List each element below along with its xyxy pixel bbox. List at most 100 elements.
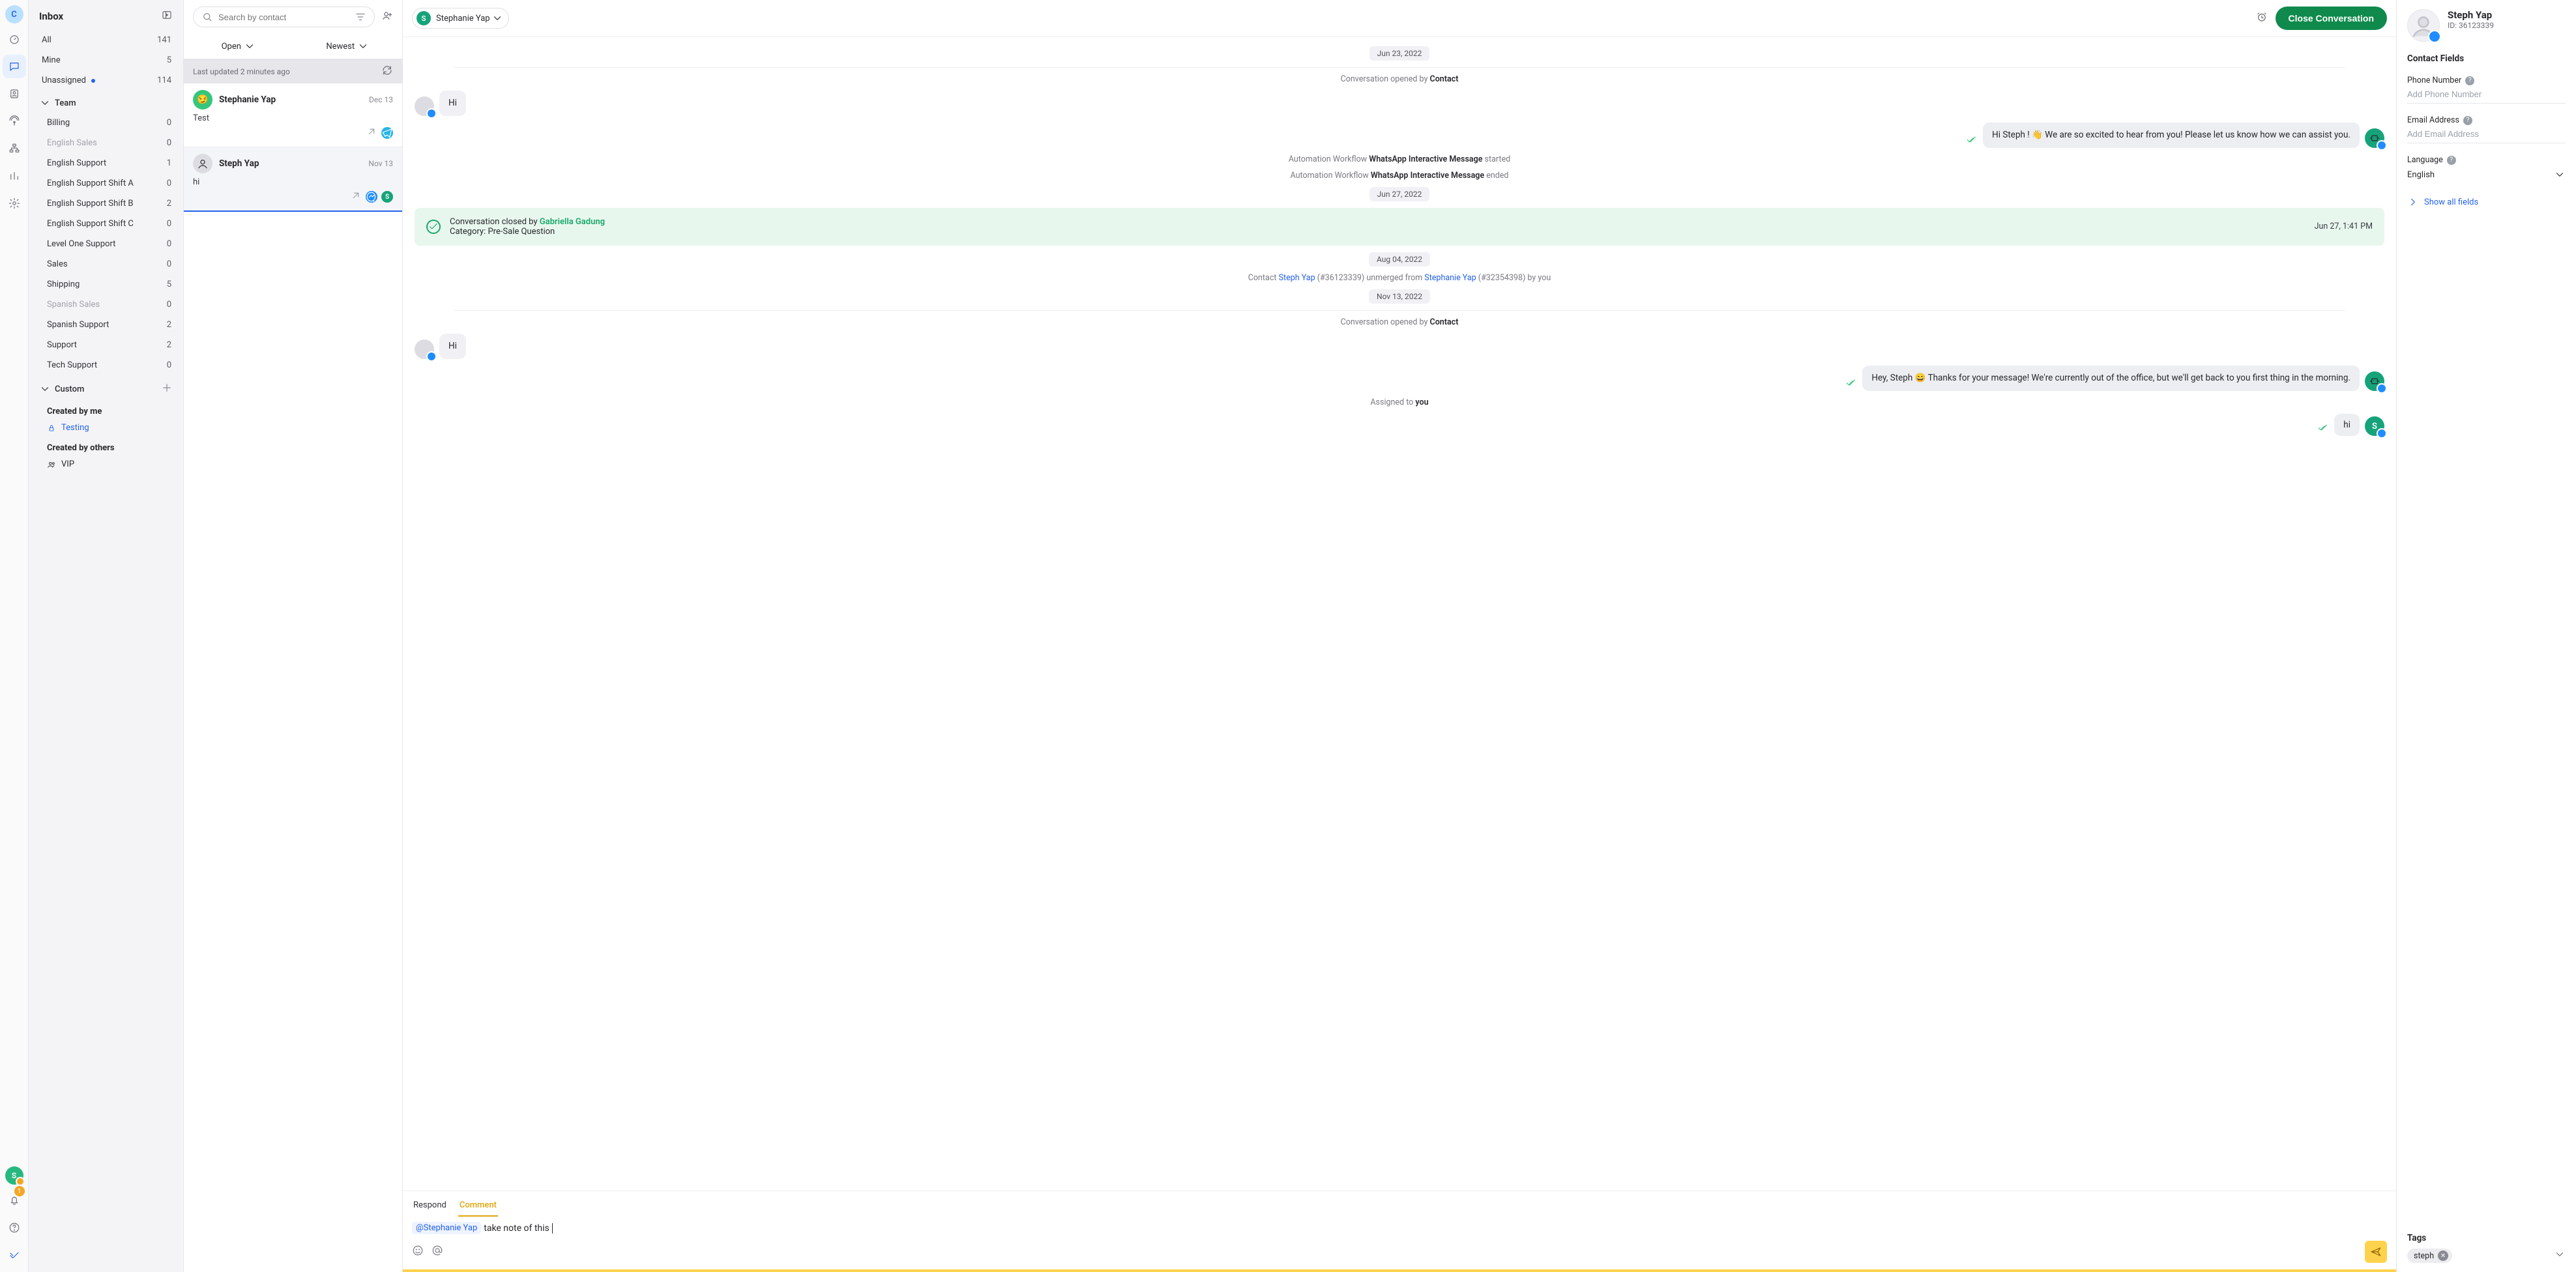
sidebar-item-team[interactable]: Sales0 bbox=[29, 254, 183, 274]
system-assigned: Assigned to you bbox=[415, 398, 2384, 407]
refresh-icon[interactable] bbox=[381, 65, 393, 78]
messages-icon[interactable] bbox=[3, 55, 26, 78]
broadcast-icon[interactable] bbox=[3, 109, 26, 133]
notifications-icon[interactable]: 1 bbox=[3, 1189, 26, 1212]
sidebar-item-count: 1 bbox=[167, 158, 171, 168]
sort-filter[interactable]: Newest bbox=[293, 34, 403, 59]
sidebar-item-unassigned[interactable]: Unassigned 114 bbox=[29, 70, 183, 91]
brand-icon[interactable] bbox=[3, 1243, 26, 1267]
conversation-item[interactable]: 😏 Stephanie Yap Dec 13 Test bbox=[184, 83, 402, 147]
custom-view-vip[interactable]: VIP bbox=[29, 455, 183, 473]
sidebar-item-all[interactable]: All 141 bbox=[29, 30, 183, 50]
search-box[interactable] bbox=[193, 7, 375, 27]
contact-name: Steph Yap bbox=[219, 158, 362, 169]
sidebar-item-label: All bbox=[42, 35, 51, 45]
sidebar-item-team[interactable]: Spanish Sales 0 bbox=[29, 295, 183, 315]
conversation-preview: hi bbox=[193, 177, 393, 187]
sidebar-item-count: 0 bbox=[167, 300, 171, 310]
close-conversation-button[interactable]: Close Conversation bbox=[2276, 7, 2387, 30]
sidebar-item-team[interactable]: English Sales 0 bbox=[29, 133, 183, 153]
team-group-header[interactable]: Team bbox=[29, 91, 183, 113]
sidebar-item-team[interactable]: English Support Shift B2 bbox=[29, 194, 183, 214]
sidebar-item-team[interactable]: Support2 bbox=[29, 335, 183, 355]
assignee-avatar: S bbox=[417, 11, 431, 25]
message-out: Hey, Steph 😄 Thanks for your message! We… bbox=[415, 366, 2384, 391]
snooze-icon[interactable] bbox=[2256, 11, 2268, 25]
collapse-sidebar-icon[interactable] bbox=[161, 9, 173, 23]
emoji-icon[interactable] bbox=[412, 1245, 424, 1259]
message-bubble: Hi bbox=[439, 334, 466, 359]
mention-icon[interactable] bbox=[432, 1245, 443, 1259]
message-bubble: Hey, Steph 😄 Thanks for your message! We… bbox=[1862, 366, 2360, 391]
tags-expand-icon[interactable] bbox=[2554, 1249, 2566, 1263]
workflow-icon[interactable] bbox=[3, 137, 26, 160]
conversation-item[interactable]: Steph Yap Nov 13 hi S bbox=[184, 147, 402, 212]
chevron-down-icon bbox=[2554, 169, 2566, 181]
system-opened: Conversation opened by Contact bbox=[415, 74, 2384, 84]
sidebar-item-team[interactable]: English Support Shift A0 bbox=[29, 173, 183, 194]
remove-tag-icon[interactable]: ✕ bbox=[2438, 1250, 2448, 1261]
mention-chip[interactable]: @Stephanie Yap bbox=[412, 1222, 481, 1234]
sidebar-item-team[interactable]: Spanish Support2 bbox=[29, 315, 183, 335]
help-icon[interactable]: ? bbox=[2465, 76, 2474, 85]
add-custom-icon[interactable] bbox=[161, 382, 173, 396]
add-contact-icon[interactable] bbox=[381, 10, 393, 24]
sidebar-item-label: English Support Shift B bbox=[47, 199, 134, 209]
send-button[interactable] bbox=[2365, 1241, 2387, 1263]
closed-by-user[interactable]: Gabriella Gadung bbox=[540, 217, 605, 227]
assignee-selector[interactable]: S Stephanie Yap bbox=[412, 8, 509, 29]
contact-name: Steph Yap bbox=[2448, 9, 2494, 21]
tab-comment[interactable]: Comment bbox=[458, 1195, 498, 1217]
tags-title: Tags bbox=[2407, 1233, 2566, 1243]
message-thread[interactable]: Jun 23, 2022 Conversation opened by Cont… bbox=[403, 37, 2396, 1191]
assignee-badge: S bbox=[381, 191, 393, 203]
conversation-list: Open Newest Last updated 2 minutes ago 😏… bbox=[184, 0, 403, 1272]
sidebar-item-team[interactable]: English Support 1 bbox=[29, 153, 183, 173]
contact-avatar: 😏 bbox=[193, 90, 212, 109]
tag-chip[interactable]: steph ✕ bbox=[2407, 1249, 2452, 1263]
sidebar-item-label: English Sales bbox=[47, 138, 97, 148]
sidebar-item-team[interactable]: Billing0 bbox=[29, 113, 183, 133]
user-presence-avatar[interactable]: S bbox=[5, 1166, 23, 1185]
contacts-icon[interactable] bbox=[3, 82, 26, 106]
dashboard-icon[interactable] bbox=[3, 27, 26, 51]
tab-respond[interactable]: Respond bbox=[412, 1195, 448, 1217]
sidebar-item-team[interactable]: Shipping5 bbox=[29, 274, 183, 295]
custom-group-header[interactable]: Custom bbox=[29, 375, 183, 400]
settings-icon[interactable] bbox=[3, 192, 26, 215]
sidebar-item-label: Spanish Sales bbox=[47, 300, 100, 310]
help-icon[interactable]: ? bbox=[2447, 156, 2456, 165]
help-icon[interactable] bbox=[3, 1216, 26, 1239]
inbox-sidebar: Inbox All 141 Mine 5 Unassigned 114 Team… bbox=[29, 0, 184, 1272]
sidebar-item-team[interactable]: Tech Support0 bbox=[29, 355, 183, 375]
sender-avatar bbox=[415, 340, 434, 359]
group-label: Custom bbox=[55, 384, 84, 394]
search-input[interactable] bbox=[218, 12, 349, 22]
help-icon[interactable]: ? bbox=[2463, 116, 2472, 125]
sidebar-item-count: 2 bbox=[167, 340, 171, 350]
workspace-avatar[interactable]: C bbox=[5, 5, 23, 23]
contact-panel: Steph Yap ID: 36123339 Contact Fields Ph… bbox=[2397, 0, 2576, 1272]
sidebar-item-team[interactable]: English Support Shift C0 bbox=[29, 214, 183, 234]
status-filter[interactable]: Open bbox=[184, 34, 293, 59]
language-select[interactable]: English bbox=[2407, 165, 2566, 184]
notification-badge: 1 bbox=[14, 1186, 25, 1196]
custom-view-testing[interactable]: Testing bbox=[29, 419, 183, 437]
filter-icon[interactable] bbox=[355, 11, 366, 23]
teams-list: Billing0English Sales0English Support1En… bbox=[29, 113, 183, 375]
custom-item-label: Testing bbox=[61, 423, 89, 433]
email-input[interactable] bbox=[2407, 125, 2566, 143]
sidebar-item-team[interactable]: Level One Support0 bbox=[29, 234, 183, 254]
messenger-icon bbox=[2377, 383, 2387, 394]
agent-avatar: S bbox=[2365, 416, 2384, 436]
chevron-right-icon bbox=[2407, 196, 2419, 208]
reports-icon[interactable] bbox=[3, 164, 26, 188]
sidebar-item-count: 0 bbox=[167, 138, 171, 148]
phone-input[interactable] bbox=[2407, 85, 2566, 104]
sidebar-item-label: English Support bbox=[47, 158, 106, 168]
search-icon bbox=[201, 11, 213, 23]
comment-text: take note of this bbox=[484, 1223, 549, 1234]
show-all-fields[interactable]: Show all fields bbox=[2407, 196, 2566, 208]
comment-input[interactable]: @Stephanie Yap take note of this bbox=[403, 1217, 2396, 1238]
sidebar-item-mine[interactable]: Mine 5 bbox=[29, 50, 183, 70]
